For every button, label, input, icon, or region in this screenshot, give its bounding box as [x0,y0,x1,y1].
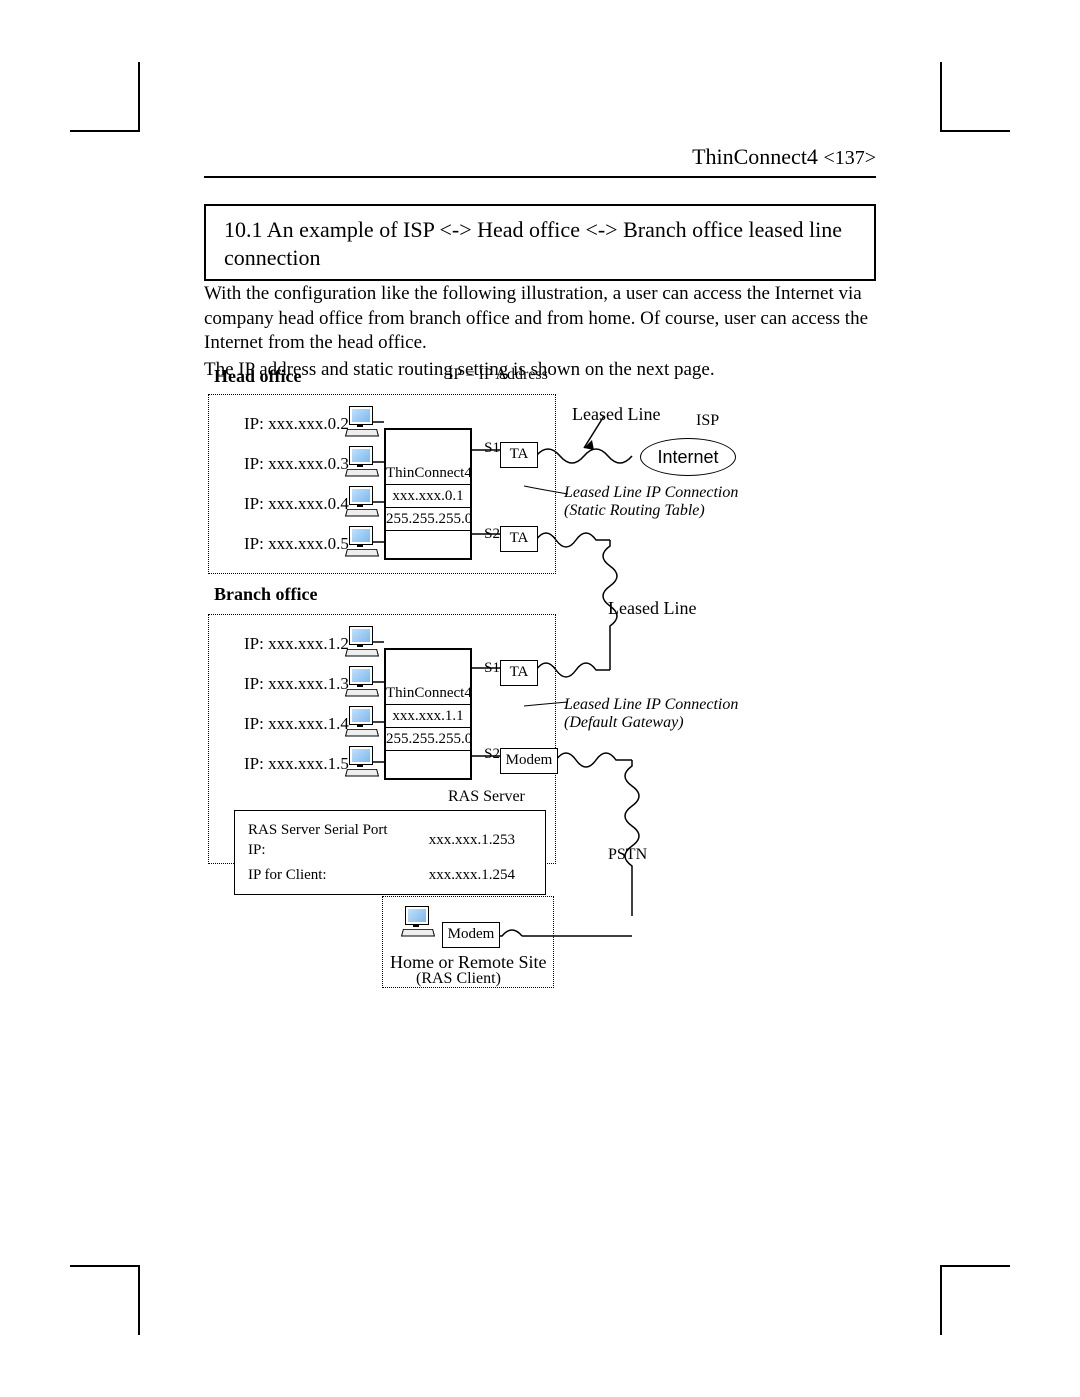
pc-row: IP: xxx.xxx.1.4 [216,706,376,742]
pc-ip: IP: xxx.xxx.1.3 [244,674,349,694]
router-ip: xxx.xxx.1.1 [386,705,470,728]
pc-icon [346,446,376,476]
pstn-label: PSTN [608,846,647,864]
crop-mark [940,130,1010,132]
ta-box: TA [500,526,538,552]
leased-line-label: Leased Line [572,404,660,425]
note: Leased Line IP Connection [564,484,738,502]
modem-box: Modem [442,922,500,948]
pc-row: IP: xxx.xxx.1.3 [216,666,376,702]
thinconnect4-router: ThinConnect4 xxx.xxx.0.1 255.255.255.0 S… [384,428,472,560]
thinconnect4-router: ThinConnect4 xxx.xxx.1.1 255.255.255.0 S… [384,648,472,780]
section-title: 10.1 An example of ISP <-> Head office <… [204,204,876,281]
pc-icon [402,906,432,936]
pc-icon [346,406,376,436]
pc-icon [346,746,376,776]
pc-ip: IP: xxx.xxx.0.2 [244,414,349,434]
remote-sub: (RAS Client) [416,970,501,988]
modem-box: Modem [500,748,558,774]
pc-icon [346,626,376,656]
pc-ip: IP: xxx.xxx.1.5 [244,754,349,774]
port-s1: S1 [472,440,500,457]
pc-icon [346,486,376,516]
pc-row: IP: xxx.xxx.0.5 [216,526,376,562]
pc-ip: IP: xxx.xxx.0.4 [244,494,349,514]
product-name: ThinConnect4 [692,144,818,169]
crop-mark [70,1265,140,1267]
crop-mark [138,1265,140,1335]
leased-line-label: Leased Line [608,598,696,619]
pc-row: IP: xxx.xxx.1.5 [216,746,376,782]
pc-icon [346,526,376,556]
page-header: ThinConnect4 <137> [204,144,876,178]
ras-ip-label: RAS Server Serial Port IP: [247,819,426,862]
crop-mark [940,62,942,132]
pc-icon [346,666,376,696]
pc-ip: IP: xxx.xxx.1.4 [244,714,349,734]
pc-row: IP: xxx.xxx.0.3 [216,446,376,482]
ras-server-label: RAS Server [448,788,525,806]
page-number: <137> [823,147,876,169]
port-s1: S1 [472,660,500,677]
paragraph: With the configuration like the followin… [204,282,876,356]
router-name: ThinConnect4 [386,462,470,485]
crop-mark [940,1265,942,1335]
crop-mark [70,130,140,132]
router-ip: xxx.xxx.0.1 [386,485,470,508]
pc-ip: IP: xxx.xxx.1.2 [244,634,349,654]
router-name: ThinConnect4 [386,682,470,705]
ip-legend: IP = IP Address [448,366,548,384]
port-s2: S2 [472,746,500,763]
pc-row: IP: xxx.xxx.1.2 [216,626,376,662]
pc-row: IP: xxx.xxx.0.2 [216,406,376,442]
network-diagram: Head office IP = IP Address IP: xxx.xxx.… [204,366,884,1006]
note: Leased Line IP Connection [564,696,738,714]
note: (Static Routing Table) [564,502,705,520]
internet-cloud: Internet [640,438,736,476]
crop-mark [940,1265,1010,1267]
pc-ip: IP: xxx.xxx.0.5 [244,534,349,554]
pc-ip: IP: xxx.xxx.0.3 [244,454,349,474]
ras-client-label: IP for Client: [247,864,426,886]
ta-box: TA [500,442,538,468]
branch-office-title: Branch office [214,584,317,605]
ras-ip-value: xxx.xxx.1.253 [428,819,533,862]
remote-pc [402,906,432,941]
pc-icon [346,706,376,736]
router-mask: 255.255.255.0 [386,728,470,751]
crop-mark [138,62,140,132]
isp-label: ISP [696,412,719,430]
ras-info-box: RAS Server Serial Port IP:xxx.xxx.1.253 … [234,810,546,895]
note: (Default Gateway) [564,714,684,732]
ta-box: TA [500,660,538,686]
router-mask: 255.255.255.0 [386,508,470,531]
port-s2: S2 [472,526,500,543]
ras-client-value: xxx.xxx.1.254 [428,864,533,886]
pc-row: IP: xxx.xxx.0.4 [216,486,376,522]
head-office-title: Head office [214,366,301,387]
